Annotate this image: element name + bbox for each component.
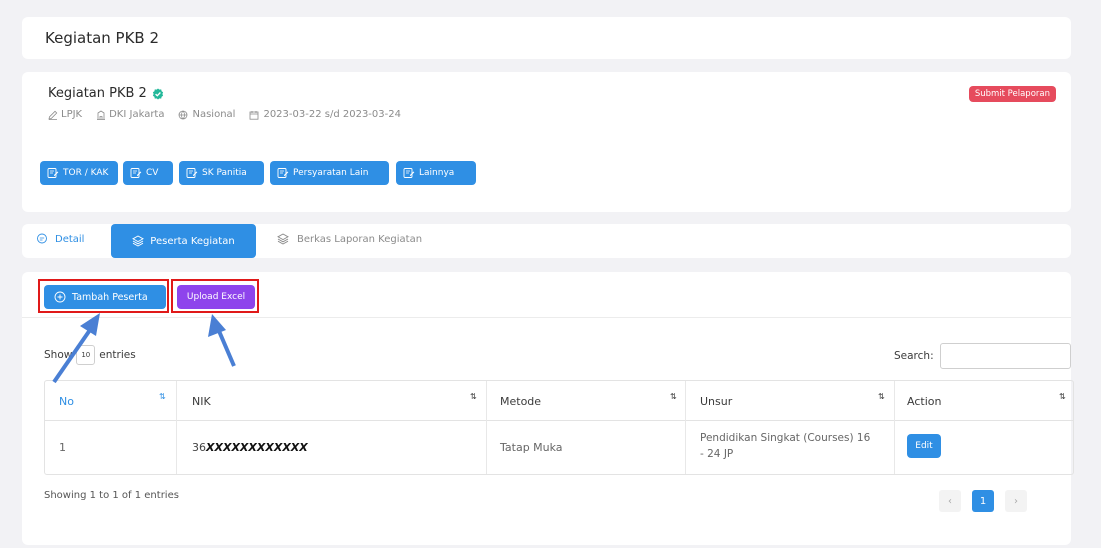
- arrow-to-tambah-peserta: [52, 313, 100, 384]
- arrow-to-upload-excel: [208, 314, 236, 367]
- annotation-arrows: [52, 313, 236, 384]
